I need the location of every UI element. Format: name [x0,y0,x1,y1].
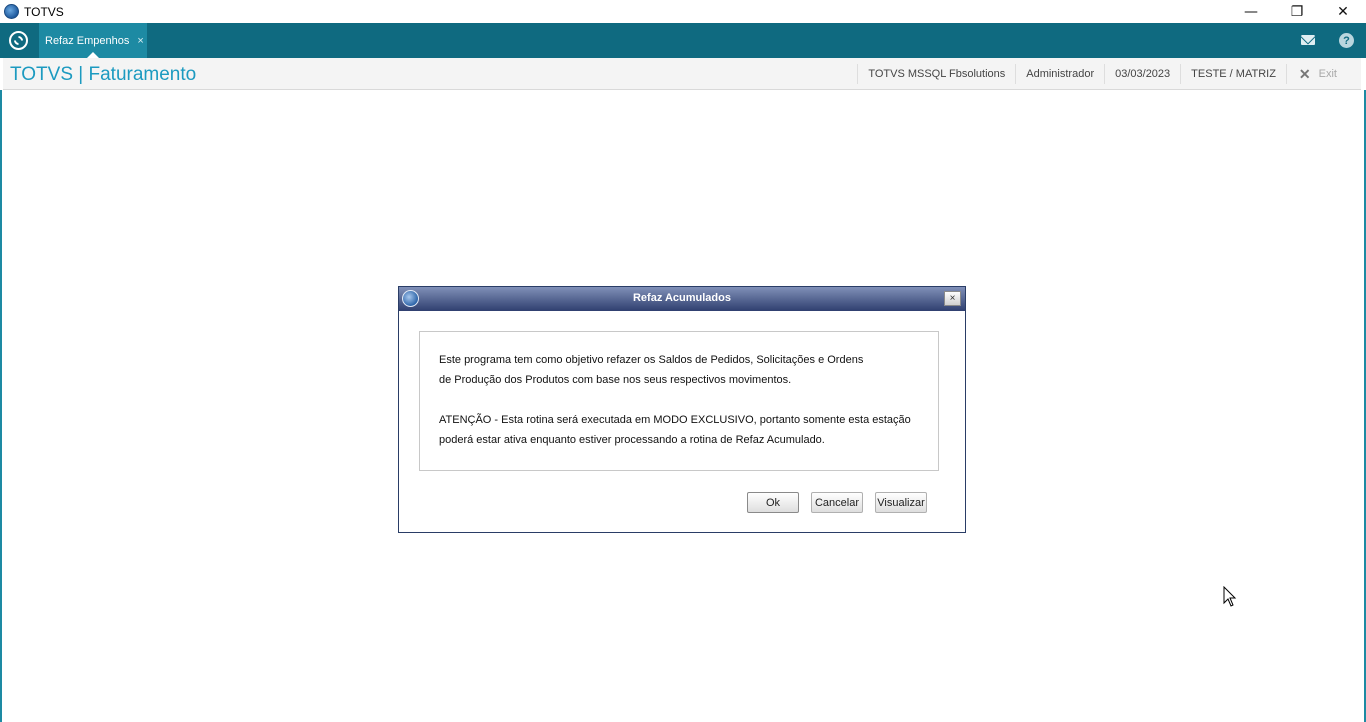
page-title: TOTVS | Faturamento [10,64,197,85]
date-label: 03/03/2023 [1104,64,1180,84]
close-window-button[interactable]: ✕ [1320,0,1366,23]
message-line: de Produção dos Produtos com base nos se… [439,374,792,386]
mouse-cursor-icon [1223,586,1237,607]
window-titlebar: TOTVS — ❐ ✕ [0,0,1366,23]
home-menu-icon-inner [12,34,25,47]
dialog-titlebar: Refaz Acumulados × [399,287,965,311]
environment-label: TOTVS MSSQL Fbsolutions [857,64,1015,84]
tab-refaz-empenhos[interactable]: Refaz Empenhos × [39,23,147,58]
window-title: TOTVS [24,4,64,19]
user-label: Administrador [1015,64,1104,84]
refaz-acumulados-dialog: Refaz Acumulados × Este programa tem com… [398,286,966,533]
dialog-title: Refaz Acumulados [632,292,731,304]
branch-label: TESTE / MATRIZ [1180,64,1286,84]
app-tab-bar: Refaz Empenhos × ? [0,23,1366,58]
cancel-button[interactable]: Cancelar [811,492,863,513]
exit-label: Exit [1318,68,1337,80]
ok-button[interactable]: Ok [747,492,799,513]
tab-close-icon[interactable]: × [137,35,143,47]
message-line: ATENÇÃO - Esta rotina será executada em … [439,414,911,426]
help-icon[interactable]: ? [1339,33,1354,48]
message-line: poderá estar ativa enquanto estiver proc… [439,434,825,446]
header-info: TOTVS MSSQL Fbsolutions Administrador 03… [857,58,1361,90]
mail-icon[interactable] [1301,35,1315,45]
dialog-message-box: Este programa tem como objetivo refazer … [419,331,939,471]
visualizar-button[interactable]: Visualizar [875,492,927,513]
home-menu-icon[interactable] [9,31,28,50]
tab-label: Refaz Empenhos [45,34,130,47]
exit-button[interactable]: ✕ Exit [1285,64,1361,84]
totvs-logo-icon [4,4,19,19]
dialog-close-button[interactable]: × [944,291,961,306]
restore-button[interactable]: ❐ [1274,0,1320,23]
app-header: TOTVS | Faturamento TOTVS MSSQL Fbsoluti… [3,58,1361,90]
minimize-button[interactable]: — [1228,0,1274,23]
message-line: Este programa tem como objetivo refazer … [439,354,864,366]
exit-icon: ✕ [1298,65,1311,82]
window-controls: — ❐ ✕ [1228,0,1366,23]
